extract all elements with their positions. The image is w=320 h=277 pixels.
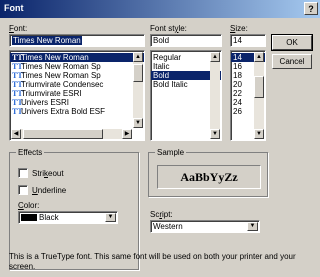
script-select[interactable]: Western ▼ bbox=[150, 220, 260, 233]
font-style-label: Font style: bbox=[150, 24, 187, 33]
list-item-label: Times New Roman Sp bbox=[21, 62, 101, 71]
list-item-label: 16 bbox=[233, 62, 242, 71]
truetype-icon: TT bbox=[12, 89, 23, 98]
truetype-icon: TT bbox=[12, 80, 23, 89]
font-list-vscrollbar[interactable]: ▲ ▼ bbox=[133, 52, 143, 128]
help-button[interactable]: ? bbox=[304, 2, 318, 15]
cancel-button[interactable]: Cancel bbox=[272, 54, 312, 69]
font-description: This is a TrueType font. This same font … bbox=[9, 252, 296, 271]
chevron-down-icon[interactable]: ▼ bbox=[247, 222, 258, 231]
strikeout-label: Strikeout bbox=[32, 169, 64, 178]
list-item-label: Italic bbox=[153, 62, 170, 71]
sample-group: Sample AaBbYyZz bbox=[148, 148, 268, 197]
scroll-thumb[interactable] bbox=[133, 64, 143, 82]
list-item-label: Regular bbox=[153, 53, 182, 62]
truetype-icon: TT bbox=[12, 71, 23, 80]
style-list-vscrollbar[interactable]: ▲ ▼ bbox=[210, 52, 220, 139]
list-item[interactable]: TTTriumvirate ESRI bbox=[10, 89, 144, 98]
strikeout-checkbox[interactable] bbox=[18, 168, 28, 178]
scroll-up-icon[interactable]: ▲ bbox=[133, 52, 143, 62]
sample-preview: AaBbYyZz bbox=[157, 165, 261, 189]
list-item[interactable]: TTTimes New Roman Sp bbox=[10, 62, 144, 71]
window-title: Font bbox=[4, 3, 24, 13]
size-input[interactable]: 14 bbox=[230, 34, 266, 47]
scroll-right-icon[interactable]: ▶ bbox=[122, 129, 132, 139]
list-item-label: 14 bbox=[233, 53, 242, 62]
size-list[interactable]: 14 16 18 20 22 24 26 ▲ ▼ bbox=[230, 50, 266, 141]
list-item-label: 24 bbox=[233, 98, 242, 107]
list-item[interactable]: TTTimes New Roman bbox=[10, 53, 144, 62]
list-item-label: 20 bbox=[233, 80, 242, 89]
underline-checkbox[interactable] bbox=[18, 185, 28, 195]
font-list[interactable]: TTTimes New Roman TTTimes New Roman Sp TTT… bbox=[9, 50, 145, 141]
scroll-down-icon[interactable]: ▼ bbox=[254, 129, 264, 139]
scroll-down-icon[interactable]: ▼ bbox=[133, 118, 143, 128]
list-item-label: 22 bbox=[233, 89, 242, 98]
ok-button[interactable]: OK bbox=[271, 34, 313, 51]
scroll-up-icon[interactable]: ▲ bbox=[210, 52, 220, 62]
list-item-label: Bold Italic bbox=[153, 80, 188, 89]
list-item[interactable]: TTTriumvirate Condensec bbox=[10, 80, 144, 89]
list-item[interactable]: TTUnivers ESRI bbox=[10, 98, 144, 107]
list-item-label: Univers ESRI bbox=[21, 98, 70, 107]
font-name-input[interactable]: Times New Roman bbox=[9, 34, 145, 47]
effects-title: Effects bbox=[16, 148, 45, 157]
font-list-hscrollbar[interactable]: ◀ ▶ bbox=[11, 129, 132, 139]
color-value: Black bbox=[39, 213, 59, 222]
list-item-label: Triumvirate Condensec bbox=[21, 80, 104, 89]
truetype-icon: TT bbox=[12, 62, 23, 71]
color-swatch bbox=[21, 214, 37, 222]
list-item-label: Times New Roman Sp bbox=[21, 71, 101, 80]
scroll-thumb[interactable] bbox=[254, 76, 264, 98]
color-label: Color: bbox=[18, 201, 40, 210]
underline-label: Underline bbox=[32, 186, 67, 195]
scroll-down-icon[interactable]: ▼ bbox=[210, 129, 220, 139]
title-bar: Font bbox=[0, 0, 320, 18]
list-item-label: Bold bbox=[153, 71, 170, 80]
color-select[interactable]: Black ▼ bbox=[18, 211, 118, 224]
font-style-input[interactable]: Bold bbox=[150, 34, 222, 47]
sample-title: Sample bbox=[155, 148, 187, 157]
size-list-vscrollbar[interactable]: ▲ ▼ bbox=[254, 52, 264, 139]
size-label: Size: bbox=[230, 24, 248, 33]
list-item[interactable]: TTUnivers Extra Bold ESF bbox=[10, 107, 144, 116]
list-item-label: 26 bbox=[233, 107, 242, 116]
scroll-up-icon[interactable]: ▲ bbox=[254, 52, 264, 62]
list-item[interactable]: TTTimes New Roman Sp bbox=[10, 71, 144, 80]
truetype-icon: TT bbox=[12, 98, 23, 107]
list-item-label: Triumvirate ESRI bbox=[21, 89, 82, 98]
script-value: Western bbox=[153, 222, 183, 231]
truetype-icon: TT bbox=[12, 53, 23, 62]
truetype-icon: TT bbox=[12, 107, 23, 116]
list-item-label: 18 bbox=[233, 71, 242, 80]
hscroll-thumb[interactable] bbox=[23, 129, 103, 139]
list-item-label: Univers Extra Bold ESF bbox=[21, 107, 106, 116]
font-style-list[interactable]: Regular Italic Bold Bold Italic ▲ ▼ bbox=[150, 50, 222, 141]
font-label: Font: bbox=[9, 24, 28, 33]
script-label: Script: bbox=[150, 210, 173, 219]
list-item-label: Times New Roman bbox=[21, 53, 89, 62]
chevron-down-icon[interactable]: ▼ bbox=[105, 213, 116, 222]
scroll-left-icon[interactable]: ◀ bbox=[11, 129, 21, 139]
